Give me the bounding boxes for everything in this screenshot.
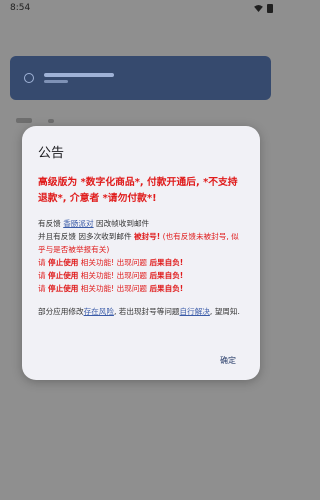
self-resolve-link[interactable]: 自行解决 — [180, 307, 210, 316]
warn-line: 请 停止使用 相关功能! 出现问题 后果自负! — [38, 271, 184, 280]
status-icons — [254, 3, 273, 13]
battery-icon — [267, 3, 273, 13]
body-line-ban: 并且有反馈 因多次收到邮件 被封号! (也有反馈未被封号, 似乎与是否被举报有关… — [38, 232, 239, 254]
warn-line: 请 停止使用 相关功能! 出现问题 后果自负! — [38, 284, 184, 293]
ban-warning: 被封号! — [133, 232, 161, 241]
body-line-risk: 部分应用修改存在风险, 若出现封号等问题自行解决, 望周知. — [38, 307, 240, 316]
wifi-icon — [254, 4, 263, 12]
background-card-text — [44, 73, 114, 83]
dialog-headline: 高级版为 *数字化商品*, 付款开通后, *不支持退款*, 介意者 *请勿付款*… — [38, 177, 238, 204]
status-time: 8:54 — [10, 3, 31, 13]
risk-link[interactable]: 存在风险 — [84, 307, 114, 316]
game-link[interactable]: 香肠派对 — [63, 219, 93, 228]
confirm-button[interactable]: 确定 — [220, 355, 236, 366]
announcement-dialog: 公告 高级版为 *数字化商品*, 付款开通后, *不支持退款*, 介意者 *请勿… — [22, 126, 260, 380]
background-card — [10, 56, 271, 100]
dialog-title: 公告 — [38, 146, 65, 161]
dialog-body: 有反馈 香肠派对 因改帧收到邮件 并且有反馈 因多次收到邮件 被封号! (也有反… — [38, 217, 244, 318]
background-card-icon — [24, 73, 34, 83]
status-bar: 8:54 — [0, 0, 281, 16]
body-line-feedback: 有反馈 香肠派对 因改帧收到邮件 — [38, 219, 150, 228]
background-label — [16, 118, 32, 123]
warn-line: 请 停止使用 相关功能! 出现问题 后果自负! — [38, 258, 184, 267]
background-label-small — [48, 119, 54, 123]
